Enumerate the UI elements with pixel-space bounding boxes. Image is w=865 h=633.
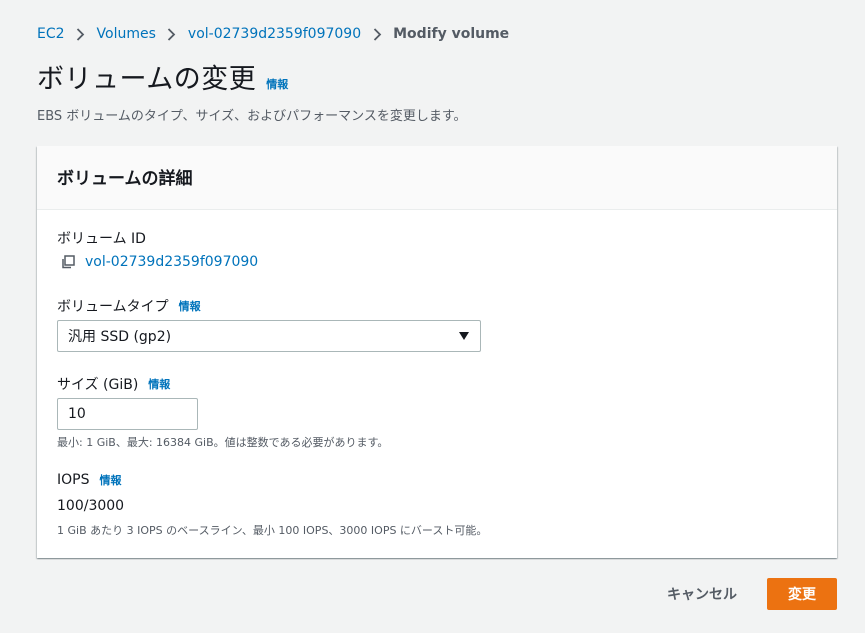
iops-value: 100/3000 xyxy=(57,498,125,514)
cancel-button[interactable]: キャンセル xyxy=(655,578,749,610)
breadcrumb: EC2 Volumes vol-02739d2359f097090 Modify… xyxy=(37,24,509,44)
breadcrumb-current: Modify volume xyxy=(393,26,510,42)
iops-hint: 1 GiB あたり 3 IOPS のベースライン、最小 100 IOPS、300… xyxy=(57,524,488,537)
page-title: ボリュームの変更 xyxy=(37,64,257,95)
size-label: サイズ (GiB) 情報 xyxy=(57,374,170,394)
chevron-right-icon xyxy=(65,27,97,41)
panel-title: ボリュームの詳細 xyxy=(37,146,837,210)
title-info-link[interactable]: 情報 xyxy=(266,76,288,92)
size-input[interactable] xyxy=(57,398,198,430)
iops-label: IOPS 情報 xyxy=(57,472,121,488)
size-label-text: サイズ (GiB) xyxy=(57,377,139,393)
chevron-right-icon xyxy=(361,27,393,41)
modify-button[interactable]: 変更 xyxy=(767,578,837,610)
volume-type-selected: 汎用 SSD (gp2) xyxy=(68,329,172,345)
size-hint: 最小: 1 GiB、最大: 16384 GiB。値は整数である必要があります。 xyxy=(57,436,389,449)
iops-label-text: IOPS xyxy=(57,472,90,488)
size-info-link[interactable]: 情報 xyxy=(148,376,170,392)
chevron-right-icon xyxy=(156,27,188,41)
breadcrumb-volume-id[interactable]: vol-02739d2359f097090 xyxy=(188,26,361,42)
page-description: EBS ボリュームのタイプ、サイズ、およびパフォーマンスを変更します。 xyxy=(37,109,467,124)
volume-id-label-text: ボリューム ID xyxy=(57,231,146,247)
iops-info-link[interactable]: 情報 xyxy=(99,472,121,488)
volume-id-link[interactable]: vol-02739d2359f097090 xyxy=(85,254,258,270)
volume-id-row: vol-02739d2359f097090 xyxy=(61,254,258,270)
volume-type-info-link[interactable]: 情報 xyxy=(179,298,201,314)
caret-down-icon xyxy=(459,332,469,340)
page-header: ボリュームの変更 情報 xyxy=(37,62,288,98)
volume-id-label: ボリューム ID xyxy=(57,228,146,248)
volume-type-select[interactable]: 汎用 SSD (gp2) xyxy=(57,320,481,352)
breadcrumb-ec2[interactable]: EC2 xyxy=(37,26,65,42)
volume-type-label: ボリュームタイプ 情報 xyxy=(57,296,201,316)
copy-icon[interactable] xyxy=(61,255,75,269)
breadcrumb-volumes[interactable]: Volumes xyxy=(97,26,156,42)
volume-details-panel: ボリュームの詳細 ボリューム ID vol-02739d2359f097090 … xyxy=(37,146,837,558)
volume-type-label-text: ボリュームタイプ xyxy=(57,299,169,315)
